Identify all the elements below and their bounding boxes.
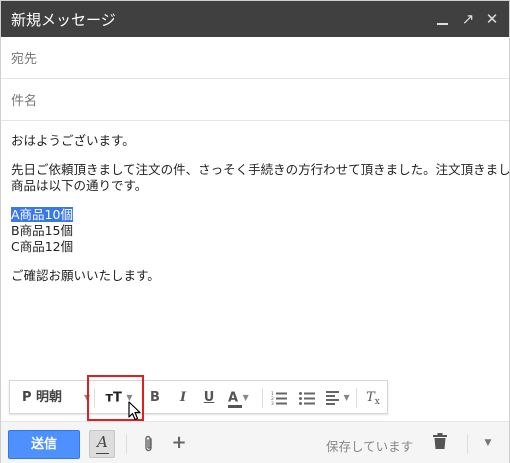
plus-icon[interactable]: +: [169, 431, 189, 455]
underline-button[interactable]: U: [198, 386, 220, 410]
item-line: C商品12個: [11, 239, 74, 254]
compose-window: 新規メッセージ ↗ ✕ おはようございます。 先日ご依頼頂きまして注文の件、さっ…: [0, 0, 510, 463]
closing-line: ご確認お願いいたします。: [11, 268, 160, 283]
minimize-icon[interactable]: [433, 10, 451, 28]
body-line-1: 先日ご依頼頂きまして注文の件、さっそく手続きの方行わせて頂きました。注文頂きまし…: [11, 162, 510, 177]
toolbar-divider: [94, 388, 95, 408]
item-line-selected: A商品10個: [11, 207, 73, 222]
font-family-select[interactable]: P 明朝 ▼: [14, 386, 92, 410]
bulleted-list-icon: [299, 391, 315, 405]
more-options-button[interactable]: ▼: [479, 434, 497, 452]
text-color-icon: A: [228, 390, 239, 406]
font-family-label: P 明朝: [22, 390, 63, 405]
format-text-icon: A: [96, 433, 109, 454]
chevron-down-icon: ▼: [84, 393, 91, 402]
trash-icon: [433, 433, 447, 449]
align-button[interactable]: ▼: [322, 386, 354, 410]
chevron-down-icon: ▼: [242, 393, 249, 402]
align-icon: [326, 389, 340, 407]
greeting-line: おはようございます。: [11, 133, 135, 148]
x-glyph: x: [374, 397, 380, 407]
italic-button[interactable]: I: [172, 386, 194, 410]
title-bar[interactable]: 新規メッセージ ↗ ✕: [1, 1, 509, 37]
to-field-row: [1, 38, 509, 79]
discard-button[interactable]: [433, 433, 453, 455]
bottom-bar: 送信 A + 保存しています ▼: [1, 421, 509, 463]
remove-formatting-button[interactable]: Tx: [362, 386, 384, 410]
send-button[interactable]: 送信: [8, 430, 80, 459]
color-underline: [228, 405, 242, 408]
formatting-options-button[interactable]: A: [89, 430, 115, 458]
text-color-button[interactable]: A ▼: [224, 386, 260, 410]
subject-input[interactable]: [11, 90, 491, 112]
subject-field-row: [1, 80, 509, 121]
text-size-icon: тT: [105, 390, 122, 406]
window-title: 新規メッセージ: [11, 11, 116, 29]
bold-button[interactable]: B: [144, 386, 166, 410]
close-icon[interactable]: ✕: [483, 10, 501, 28]
toolbar-divider: [262, 388, 263, 408]
mouse-cursor-icon: [128, 401, 141, 421]
numbered-list-icon: 1 2 3: [271, 391, 287, 407]
remove-formatting-icon: T: [366, 390, 375, 405]
message-body[interactable]: おはようございます。 先日ご依頼頂きまして注文の件、さっそく手続きの方行わせて頂…: [11, 133, 510, 284]
attach-button[interactable]: [139, 431, 159, 455]
attach-icon: [145, 435, 152, 451]
toolbar-divider: [356, 388, 357, 408]
numbered-list-button[interactable]: 1 2 3: [268, 386, 290, 410]
save-status: 保存しています: [326, 439, 414, 454]
to-input[interactable]: [11, 48, 491, 70]
bulleted-list-button[interactable]: [296, 386, 318, 410]
svg-text:3: 3: [271, 401, 274, 405]
item-line: B商品15個: [11, 223, 73, 238]
bottom-divider: [126, 434, 127, 454]
bottom-divider: [467, 434, 468, 454]
body-line-2: 商品は以下の通りです。: [11, 178, 148, 193]
formatting-toolbar: P 明朝 ▼ тT ▼ B I U A ▼ 1 2 3 ▼ Tx: [9, 380, 388, 414]
chevron-down-icon: ▼: [343, 393, 350, 402]
popout-icon[interactable]: ↗: [459, 10, 477, 28]
